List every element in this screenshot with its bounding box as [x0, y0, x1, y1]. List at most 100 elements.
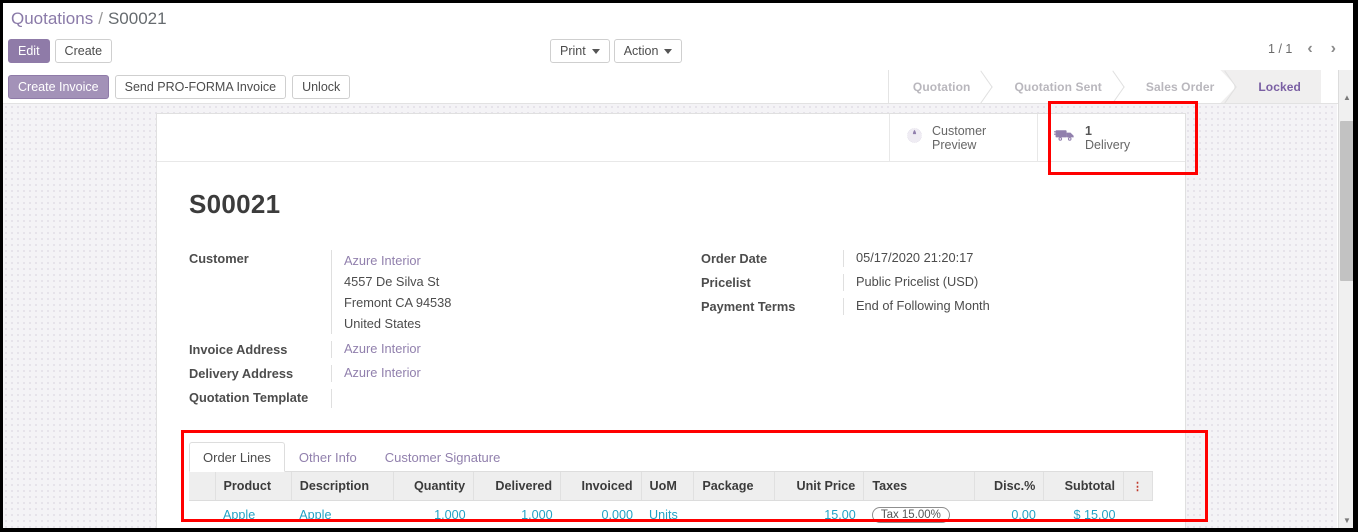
cell-subtotal[interactable]: $ 15.00 [1043, 500, 1124, 530]
field-label: Pricelist [701, 275, 751, 290]
column-header-taxes[interactable]: Taxes [863, 472, 976, 501]
status-stage-quotation-sent[interactable]: Quotation Sent [990, 70, 1122, 103]
column-header-quantity[interactable]: Quantity [393, 472, 475, 501]
status-stage-label: Sales Order [1145, 79, 1215, 94]
field-link[interactable]: Azure Interior [344, 341, 421, 356]
column-header-delivered[interactable]: Delivered [473, 472, 562, 501]
cell-unit-price[interactable]: 15.00 [774, 500, 864, 530]
status-bar: Quotation Quotation Sent Sales Order Locked [887, 70, 1321, 103]
field-text: 05/17/2020 21:20:17 [856, 250, 974, 265]
cell-uom[interactable]: Units [641, 500, 694, 530]
action-dropdown-button[interactable]: Action [613, 39, 683, 63]
field-value[interactable]: Azure Interior 4557 De Silva St Fremont CA… [331, 250, 671, 334]
field-row: Pricelist Public Pricelist (USD) [701, 274, 1153, 291]
breadcrumb: Quotations / S00021 [3, 3, 1353, 35]
page-title: S00021 [189, 189, 281, 219]
column-header-description[interactable]: Description [291, 472, 394, 501]
chevron-down-icon [664, 48, 673, 54]
field-row: Order Date 05/17/2020 21:20:17 [701, 250, 1153, 267]
cell-discount[interactable]: 0.00 [974, 500, 1044, 530]
vertical-dots-icon: ⋮ [1132, 481, 1144, 493]
cell-taxes[interactable]: Tax 15.00% [863, 500, 975, 530]
smart-button-row: Customer Preview 1 Delivery [157, 114, 1185, 162]
odoo-sales-order-screen: Quotations / S00021 Edit Create Print Ac… [0, 0, 1358, 532]
column-header-package[interactable]: Package [693, 472, 775, 501]
column-header-product[interactable]: Product [215, 472, 292, 501]
tab-order-lines[interactable]: Order Lines [189, 442, 285, 472]
column-header-uom[interactable]: UoM [641, 472, 695, 501]
field-link[interactable]: Azure Interior [344, 365, 421, 380]
field-value[interactable]: Azure Interior [331, 341, 671, 358]
tax-badge: Tax 15.00% [871, 507, 950, 523]
status-stage-sales-order[interactable]: Sales Order [1121, 70, 1235, 103]
column-header-subtotal[interactable]: Subtotal [1043, 472, 1124, 501]
field-row: Delivery Address Azure Interior [189, 365, 671, 382]
action-label: Action [623, 44, 659, 58]
send-proforma-invoice-button[interactable]: Send PRO-FORMA Invoice [114, 75, 287, 99]
breadcrumb-root-link[interactable]: Quotations [11, 9, 93, 29]
breadcrumb-current: S00021 [107, 9, 167, 28]
frame-top [0, 0, 1358, 3]
tab-customer-signature[interactable]: Customer Signature [371, 442, 515, 472]
field-label: Order Date [701, 251, 768, 266]
status-stage-label: Quotation [912, 79, 971, 94]
create-button[interactable]: Create [54, 39, 113, 63]
table-row[interactable]: Apple Apple 1.000 1.000 0.000 Units 15.00 Tax 1… [189, 500, 1153, 530]
column-header-disc[interactable]: Disc.% [974, 472, 1045, 501]
field-value[interactable]: Public Pricelist (USD) [843, 274, 1153, 291]
smart-button-line1: Customer [932, 123, 987, 138]
print-dropdown-button[interactable]: Print [550, 39, 610, 63]
customer-preview-button[interactable]: Customer Preview [889, 114, 1037, 161]
cell-invoiced[interactable]: 0.000 [560, 500, 642, 530]
notebook: Order Lines Other Info Customer Signature … [189, 442, 1153, 532]
unlock-button[interactable]: Unlock [292, 75, 351, 99]
cell-delivered[interactable]: 1.000 [473, 500, 561, 530]
chevron-down-icon [591, 48, 600, 54]
status-stage-label: Locked [1258, 79, 1301, 94]
field-row: Invoice Address Azure Interior [189, 341, 671, 358]
address-line: 4557 De Silva St [344, 274, 440, 289]
order-lines-table: Product Description Quantity Delivered Invoi… [189, 472, 1153, 532]
smart-button-line2: Preview [932, 137, 977, 152]
field-value[interactable] [331, 389, 671, 408]
field-label: Invoice Address [189, 342, 288, 357]
address-line: Fremont CA 94538 [344, 295, 452, 310]
pager-previous-icon[interactable]: ‹ [1304, 40, 1315, 58]
pager-count: 1 / 1 [1268, 42, 1293, 56]
control-panel-left-buttons: Edit Create [8, 39, 113, 63]
scrollbar-thumb[interactable] [1340, 121, 1354, 281]
smart-button-line1: 1 [1085, 123, 1092, 138]
pager-next-icon[interactable]: › [1328, 40, 1339, 58]
field-value[interactable]: Azure Interior [331, 365, 671, 382]
order-lines-header: Product Description Quantity Delivered Invoi… [189, 472, 1153, 501]
column-header-unit-price[interactable]: Unit Price [774, 472, 865, 501]
frame-bottom [0, 528, 1358, 532]
cell-product[interactable]: Apple [215, 500, 292, 530]
cell-description[interactable]: Apple [291, 500, 394, 530]
delivery-smart-button[interactable]: 1 Delivery [1037, 114, 1185, 161]
cell-package[interactable] [693, 500, 775, 530]
tab-other-info[interactable]: Other Info [285, 442, 371, 472]
create-invoice-button[interactable]: Create Invoice [8, 75, 109, 99]
field-label: Quotation Template [189, 390, 309, 405]
row-handle[interactable] [189, 500, 215, 530]
field-label: Delivery Address [189, 366, 294, 381]
left-field-group: Customer Azure Interior 4557 De Silva St Fr… [189, 250, 671, 415]
edit-button[interactable]: Edit [8, 39, 50, 63]
cell-quantity[interactable]: 1.000 [393, 500, 474, 530]
optional-columns-dropdown[interactable]: ⋮ [1123, 472, 1153, 501]
table-header-row: Product Description Quantity Delivered Invoi… [189, 472, 1153, 501]
address-line: United States [344, 316, 421, 331]
column-header-invoiced[interactable]: Invoiced [560, 472, 642, 501]
field-text: Public Pricelist (USD) [856, 274, 979, 289]
smart-button-text: 1 Delivery [1085, 124, 1130, 152]
scroll-up-icon[interactable]: ▲ [1343, 93, 1351, 102]
status-stage-quotation[interactable]: Quotation [888, 70, 991, 103]
field-row: Quotation Template [189, 389, 671, 408]
field-row: Payment Terms End of Following Month [701, 298, 1153, 315]
field-value[interactable]: 05/17/2020 21:20:17 [843, 250, 1153, 267]
status-stage-locked[interactable]: Locked [1234, 70, 1321, 103]
breadcrumb-separator: / [98, 9, 103, 28]
field-value[interactable]: End of Following Month [843, 298, 1153, 315]
customer-link[interactable]: Azure Interior [344, 250, 671, 271]
